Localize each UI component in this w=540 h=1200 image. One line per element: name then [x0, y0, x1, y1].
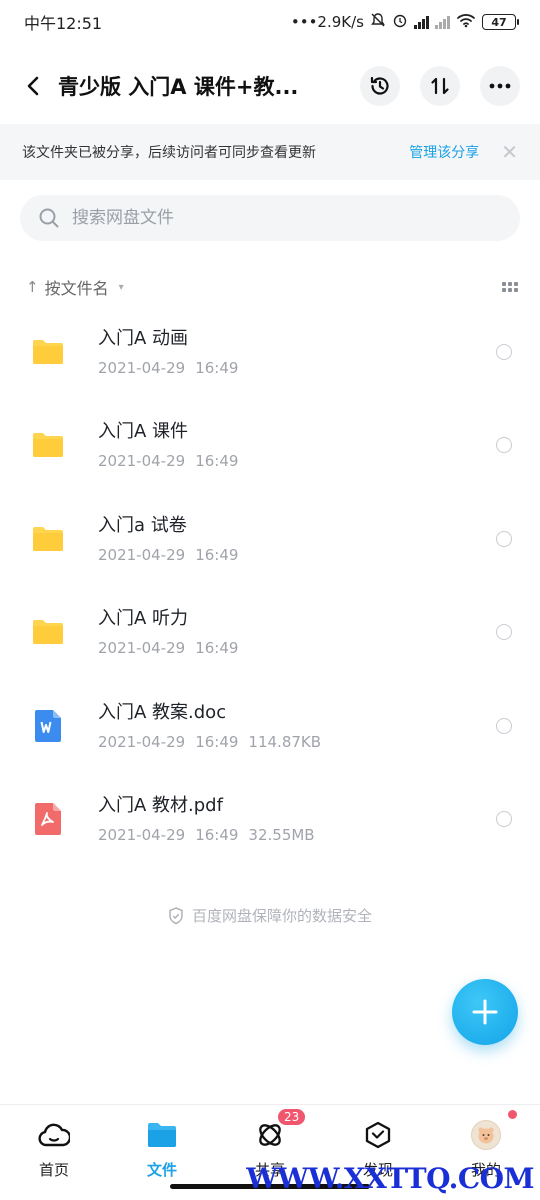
search-bar[interactable] [20, 195, 520, 241]
file-name: 入门A 课件 [98, 421, 189, 443]
file-date: 2021-04-29 [98, 639, 186, 658]
add-button[interactable] [452, 979, 518, 1045]
avatar [471, 1120, 501, 1150]
file-info: 入门A 动画 2021-04-29 16:49 [98, 327, 496, 377]
file-meta: 2021-04-29 16:49 [98, 452, 496, 470]
file-date: 2021-04-29 [98, 452, 186, 471]
sort-row: ↑ 按文件名 ▾ [0, 270, 540, 304]
share-notice-bar: 该文件夹已被分享，后续访问者可同步查看更新 管理该分享 ✕ [0, 124, 540, 180]
file-info: 入门A 听力 2021-04-29 16:49 [98, 607, 496, 657]
folder-icon [32, 616, 64, 648]
plus-icon [472, 999, 498, 1025]
file-meta: 2021-04-29 16:49 [98, 639, 496, 657]
more-button[interactable] [480, 66, 520, 106]
file-meta: 2021-04-29 16:49 114.87KB [98, 733, 496, 751]
history-button[interactable] [360, 66, 400, 106]
file-time: 16:49 [195, 732, 239, 751]
security-note-text: 百度网盘保障你的数据安全 [191, 907, 372, 925]
file-name: 入门A 听力 [98, 608, 189, 630]
battery-icon: 47 [482, 14, 519, 30]
pdf-icon [32, 803, 64, 836]
file-size: 32.55MB [248, 826, 315, 845]
search-input[interactable] [72, 208, 472, 228]
cell-signal-icon [414, 15, 429, 29]
file-date: 2021-04-29 [98, 826, 186, 845]
select-radio[interactable] [496, 717, 512, 734]
file-name: 入门A 动画 [98, 327, 189, 349]
back-button[interactable] [18, 66, 48, 106]
word-doc-icon [32, 709, 64, 742]
share-notice-text: 该文件夹已被分享，后续访问者可同步查看更新 [22, 145, 316, 161]
file-time: 16:49 [195, 452, 239, 471]
sort-button[interactable]: ↑ 按文件名 ▾ [26, 275, 124, 299]
sort-arrow-icon: ↑ [26, 278, 39, 296]
file-time: 16:49 [195, 639, 239, 658]
network-speed: •••2.9K/s [290, 13, 364, 31]
select-radio[interactable] [496, 343, 512, 360]
back-arrow-icon [27, 76, 39, 96]
file-name: 入门A 教材.pdf [98, 795, 223, 817]
file-time: 16:49 [195, 826, 239, 845]
file-date: 2021-04-29 [98, 358, 186, 377]
file-row[interactable]: 入门A 听力 2021-04-29 16:49 [0, 586, 540, 680]
search-icon [39, 208, 59, 228]
file-list: 入门A 动画 2021-04-29 16:49 入门A 课件 2021-04-2… [0, 305, 540, 866]
manage-share-link[interactable]: 管理该分享 [409, 142, 479, 162]
file-date: 2021-04-29 [98, 545, 186, 564]
header: 青少版 入门A 课件+教... [0, 56, 540, 116]
folder-icon [32, 429, 64, 461]
folder-tab-icon [146, 1119, 178, 1151]
file-size: 114.87KB [248, 732, 322, 751]
nav-home-label: 首页 [38, 1161, 69, 1179]
file-row[interactable]: 入门A 动画 2021-04-29 16:49 [0, 305, 540, 399]
file-time: 16:49 [195, 358, 239, 377]
sort-label: 按文件名 [44, 279, 109, 298]
grid-view-button[interactable] [502, 282, 518, 292]
file-meta: 2021-04-29 16:49 [98, 359, 496, 377]
select-radio[interactable] [496, 624, 512, 641]
page-title: 青少版 入门A 课件+教... [58, 75, 299, 99]
file-meta: 2021-04-29 16:49 [98, 546, 496, 564]
file-info: 入门a 试卷 2021-04-29 16:49 [98, 514, 496, 564]
security-note: 百度网盘保障你的数据安全 [0, 905, 540, 926]
file-name: 入门A 教案.doc [98, 701, 227, 723]
select-radio[interactable] [496, 811, 512, 828]
status-bar: 中午12:51 •••2.9K/s 47 [0, 0, 540, 44]
file-info: 入门A 教案.doc 2021-04-29 16:49 114.87KB [98, 701, 496, 751]
alarm-icon [392, 12, 408, 32]
status-icons: •••2.9K/s 47 [290, 12, 519, 32]
wifi-icon [456, 12, 476, 32]
file-row[interactable]: 入门a 试卷 2021-04-29 16:49 [0, 492, 540, 586]
file-meta: 2021-04-29 16:49 32.55MB [98, 826, 496, 844]
folder-icon [32, 336, 64, 368]
select-radio[interactable] [496, 437, 512, 454]
close-icon[interactable]: ✕ [501, 142, 518, 162]
discover-cube-icon [362, 1119, 394, 1151]
file-row[interactable]: 入门A 课件 2021-04-29 16:49 [0, 399, 540, 493]
folder-icon [32, 523, 64, 555]
share-badge: 23 [278, 1109, 306, 1125]
file-row[interactable]: 入门A 教材.pdf 2021-04-29 16:49 32.55MB [0, 773, 540, 867]
file-name: 入门a 试卷 [98, 514, 187, 536]
file-info: 入门A 教材.pdf 2021-04-29 16:49 32.55MB [98, 794, 496, 844]
status-time: 中午12:51 [24, 14, 103, 33]
file-time: 16:49 [195, 545, 239, 564]
select-radio[interactable] [496, 530, 512, 547]
nav-files-label: 文件 [146, 1161, 177, 1179]
cloud-home-icon [38, 1119, 70, 1151]
chevron-down-icon: ▾ [118, 281, 124, 293]
cell-signal-2-icon [435, 15, 450, 29]
shield-icon [169, 906, 183, 924]
notification-dot [508, 1110, 517, 1119]
more-dots-icon [489, 83, 511, 89]
transfer-button[interactable] [420, 66, 460, 106]
history-icon [370, 76, 389, 95]
file-row[interactable]: 入门A 教案.doc 2021-04-29 16:49 114.87KB [0, 679, 540, 773]
mute-icon [370, 12, 386, 32]
file-date: 2021-04-29 [98, 732, 186, 751]
nav-home[interactable]: 首页 [0, 1105, 108, 1200]
file-info: 入门A 课件 2021-04-29 16:49 [98, 420, 496, 470]
transfer-icon [431, 77, 449, 95]
watermark: WWW.XXTTQ.COM [246, 1162, 534, 1195]
